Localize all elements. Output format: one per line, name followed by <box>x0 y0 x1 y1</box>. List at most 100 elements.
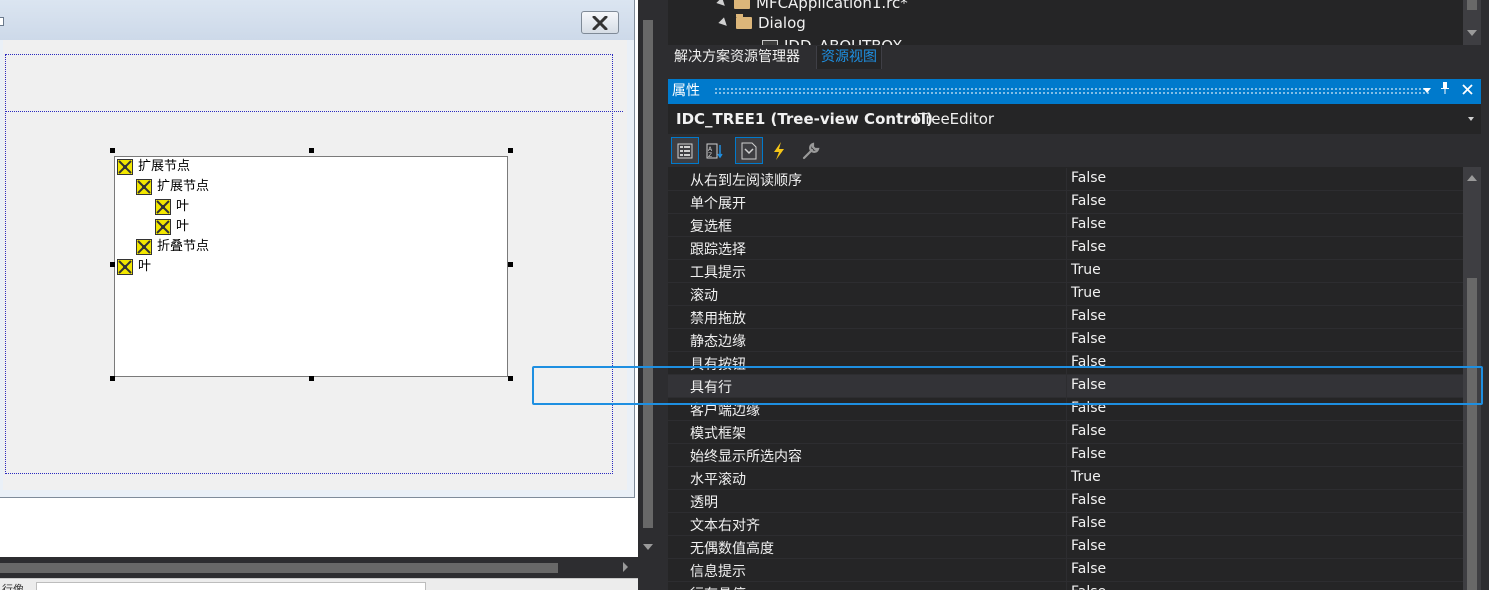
scrollbar-thumb[interactable] <box>643 20 653 528</box>
property-row[interactable]: 滚动 True <box>668 283 1463 306</box>
resize-handle[interactable] <box>309 148 314 153</box>
scrollbar-thumb[interactable] <box>0 563 558 573</box>
property-row[interactable]: 行有悬停 False <box>668 582 1463 590</box>
column-divider[interactable] <box>1066 191 1067 214</box>
resize-handle[interactable] <box>110 376 115 381</box>
chevron-down-icon[interactable] <box>1468 117 1474 121</box>
scrollbar-thumb[interactable] <box>1467 0 1477 10</box>
property-row[interactable]: 透明 False <box>668 490 1463 513</box>
property-value[interactable]: False <box>1071 561 1106 577</box>
property-value[interactable]: False <box>1071 515 1106 531</box>
property-value[interactable]: True <box>1071 469 1101 485</box>
property-value[interactable]: False <box>1071 216 1106 232</box>
properties-close-button[interactable] <box>1457 79 1477 104</box>
alphabetical-button[interactable]: A Z <box>701 137 729 164</box>
property-value[interactable]: True <box>1071 262 1101 278</box>
property-row[interactable]: 无偶数值高度 False <box>668 536 1463 559</box>
column-divider[interactable] <box>1066 398 1067 421</box>
column-divider[interactable] <box>1066 467 1067 490</box>
property-value[interactable]: False <box>1071 239 1106 255</box>
tab-solution-explorer[interactable]: 解决方案资源管理器 <box>670 46 804 69</box>
property-value[interactable]: False <box>1071 377 1106 393</box>
categorized-button[interactable] <box>671 137 699 164</box>
resource-tree-scrollbar[interactable] <box>1463 0 1481 45</box>
properties-button[interactable] <box>735 137 763 164</box>
property-value[interactable]: False <box>1071 584 1106 590</box>
tree-node[interactable]: 扩展节点 <box>117 157 190 177</box>
dialog-preview[interactable]: 扩展节点 扩展节点叶叶折叠节点叶 <box>0 0 635 498</box>
object-selector[interactable]: IDC_TREE1 (Tree-view Control) ITreeEdito… <box>668 104 1481 134</box>
property-row[interactable]: 工具提示 True <box>668 260 1463 283</box>
resize-handle[interactable] <box>508 376 513 381</box>
column-divider[interactable] <box>1066 260 1067 283</box>
column-divider[interactable] <box>1066 421 1067 444</box>
tree-item-rc-file[interactable]: MFCApplication1.rc* <box>716 0 908 13</box>
property-row[interactable]: 单个展开 False <box>668 191 1463 214</box>
splitter[interactable] <box>658 0 668 590</box>
column-divider[interactable] <box>1066 490 1067 513</box>
property-row[interactable]: 具有按钮 False <box>668 352 1463 375</box>
horizontal-scrollbar[interactable] <box>0 557 638 578</box>
property-value[interactable]: False <box>1071 170 1106 186</box>
auto-hide-button[interactable] <box>1435 79 1455 104</box>
property-row[interactable]: 模式框架 False <box>668 421 1463 444</box>
column-divider[interactable] <box>1066 214 1067 237</box>
dialog-client-area[interactable]: 扩展节点 扩展节点叶叶折叠节点叶 <box>3 40 627 490</box>
expanded-arrow-icon[interactable] <box>716 0 728 9</box>
tree-node[interactable]: 叶 <box>117 257 151 277</box>
property-value[interactable]: False <box>1071 492 1106 508</box>
resize-handle[interactable] <box>508 262 513 267</box>
property-grid-scrollbar[interactable] <box>1463 167 1481 590</box>
property-value[interactable]: False <box>1071 400 1106 416</box>
property-value[interactable]: False <box>1071 446 1106 462</box>
property-value[interactable]: False <box>1071 193 1106 209</box>
scroll-down-arrow-icon[interactable] <box>643 544 653 550</box>
property-row[interactable]: 具有行 False <box>668 375 1463 398</box>
property-row[interactable]: 信息提示 False <box>668 559 1463 582</box>
column-divider[interactable] <box>1066 513 1067 536</box>
column-divider[interactable] <box>1066 352 1067 375</box>
properties-titlebar[interactable]: 属性 <box>668 79 1481 104</box>
dialog-close-button[interactable] <box>581 11 619 34</box>
property-row[interactable]: 水平滚动 True <box>668 467 1463 490</box>
property-value[interactable]: False <box>1071 331 1106 347</box>
property-value[interactable]: False <box>1071 354 1106 370</box>
property-row[interactable]: 禁用拖放 False <box>668 306 1463 329</box>
property-row[interactable]: 跟踪选择 False <box>668 237 1463 260</box>
column-divider[interactable] <box>1066 329 1067 352</box>
property-row[interactable]: 始终显示所选内容 False <box>668 444 1463 467</box>
window-position-button[interactable] <box>1417 79 1437 104</box>
property-row[interactable]: 复选框 False <box>668 214 1463 237</box>
tree-node[interactable]: 叶 <box>155 197 189 217</box>
property-value[interactable]: False <box>1071 538 1106 554</box>
scrollbar-thumb[interactable] <box>1467 278 1477 590</box>
tree-node[interactable]: 折叠节点 <box>136 237 209 257</box>
column-divider[interactable] <box>1066 306 1067 329</box>
scroll-down-arrow-icon[interactable] <box>1467 30 1477 36</box>
column-divider[interactable] <box>1066 237 1067 260</box>
property-row[interactable]: 客户端边缘 False <box>668 398 1463 421</box>
events-button[interactable] <box>765 137 793 164</box>
property-value[interactable]: False <box>1071 423 1106 439</box>
tree-node[interactable]: 叶 <box>155 217 189 237</box>
column-divider[interactable] <box>1066 559 1067 582</box>
property-row[interactable]: 从右到左阅读顺序 False <box>668 168 1463 191</box>
property-pages-button[interactable] <box>797 137 825 164</box>
bottom-panel-input[interactable] <box>36 582 426 590</box>
property-value[interactable]: False <box>1071 308 1106 324</box>
resize-handle[interactable] <box>508 148 513 153</box>
tree-item-aboutbox[interactable]: IDD_ABOUTBOX <box>762 36 902 45</box>
resize-handle[interactable] <box>110 148 115 153</box>
resize-handle[interactable] <box>110 262 115 267</box>
column-divider[interactable] <box>1066 444 1067 467</box>
column-divider[interactable] <box>1066 168 1067 191</box>
tab-resource-view[interactable]: 资源视图 <box>816 46 882 69</box>
dialog-titlebar[interactable] <box>0 0 634 40</box>
scroll-right-arrow-icon[interactable] <box>623 562 628 572</box>
column-divider[interactable] <box>1066 283 1067 306</box>
property-value[interactable]: True <box>1071 285 1101 301</box>
designer-vertical-scrollbar[interactable] <box>638 0 658 590</box>
expanded-arrow-icon[interactable] <box>718 17 730 29</box>
column-divider[interactable] <box>1066 536 1067 559</box>
property-row[interactable]: 静态边缘 False <box>668 329 1463 352</box>
